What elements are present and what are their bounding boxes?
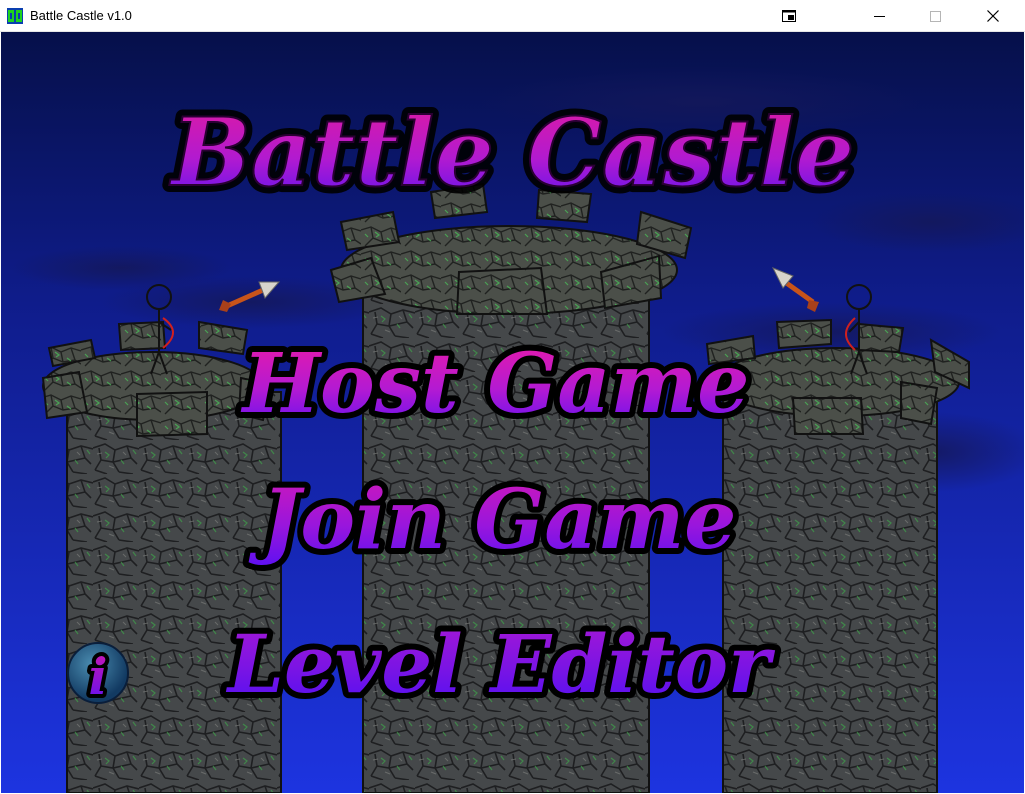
close-icon (987, 10, 999, 22)
host-game-label-graphic: Host Game Host Game (235, 330, 756, 438)
restore-window-button[interactable] (766, 0, 812, 32)
close-button[interactable] (970, 0, 1016, 32)
battle-castle-logo: Battle Castle Battle Castle (161, 91, 861, 215)
join-game-label-graphic: Join Game Join Game (243, 466, 743, 574)
title-bar[interactable]: Battle Castle v1.0 (0, 0, 1025, 32)
join-game-button[interactable]: Join Game Join Game (243, 466, 751, 574)
restore-window-icon (782, 10, 796, 22)
level-editor-label: Level Editor (226, 617, 775, 711)
maximize-button[interactable] (912, 0, 958, 32)
minimize-button[interactable] (856, 0, 902, 32)
host-game-button[interactable]: Host Game Host Game (235, 330, 756, 438)
info-button[interactable]: i i (65, 640, 131, 710)
level-editor-label-graphic: Level Editor Level Editor (220, 611, 781, 717)
game-canvas[interactable]: Battle Castle Battle Castle Host Game Ho… (1, 32, 1024, 793)
host-game-label: Host Game (241, 336, 750, 432)
level-editor-button[interactable]: Level Editor Level Editor (220, 608, 781, 717)
game-window: Battle Castle v1.0 Battle Castle Battle … (0, 0, 1025, 794)
info-icon: i i (67, 642, 129, 710)
svg-text:Battle Castle: Battle Castle (168, 98, 854, 208)
minimize-icon (873, 15, 885, 17)
info-glyph: i (89, 647, 108, 706)
maximize-icon (929, 10, 941, 22)
join-game-label: Join Game (249, 472, 737, 568)
window-title: Battle Castle v1.0 (30, 8, 132, 23)
battle-castle-app-icon (7, 8, 23, 24)
